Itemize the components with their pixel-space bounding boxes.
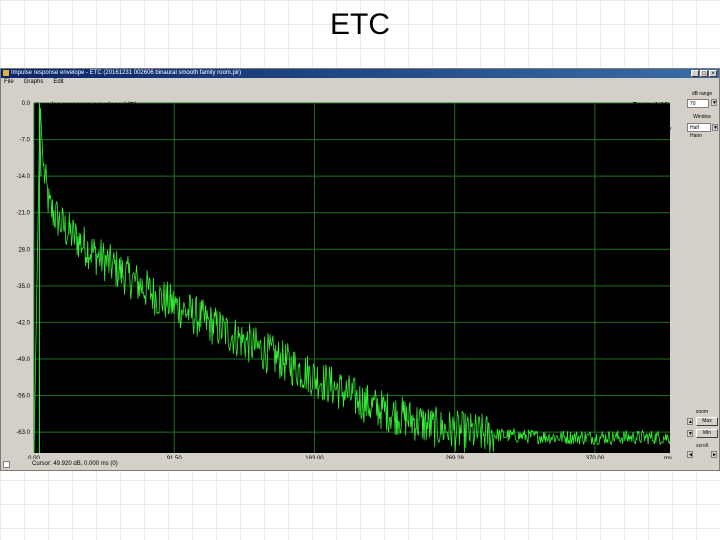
scroll-left-icon[interactable]: ◄ [687,451,693,458]
window-select[interactable]: Half Hann [687,123,711,139]
base-vertical-label: Base = max [665,127,671,154]
db-range-label: dB range [691,91,713,97]
close-button[interactable]: × [709,70,717,77]
y-tick-label: -49.0 [16,357,30,363]
window-dropdown-arrow[interactable]: ▼ [712,124,718,131]
window-controls: _ □ × [691,70,717,77]
x-tick-label: 370.00 [586,456,605,459]
zoom-up-icon[interactable]: ▲ [687,418,693,425]
y-tick-label: -14.0 [16,174,30,180]
y-tick-label: -35.0 [16,284,30,290]
slide-title: ETC [330,8,390,41]
x-tick-label: 91.50 [167,456,183,459]
window-label: Window [693,114,711,120]
y-tick-label: 28.0 [18,247,30,253]
scroll-right-icon[interactable]: ► [711,451,717,458]
x-axis-unit-label: ms [664,456,672,459]
y-tick-label: -63.0 [16,430,30,436]
y-tick-label: -42.0 [16,320,30,326]
minimize-button[interactable]: _ [691,70,699,77]
zoom-max-button[interactable]: Max [696,417,718,426]
plot-background [34,103,670,453]
scroll-label: scroll [696,443,708,449]
etc-chart[interactable]: 0.0 -7.0 -14.0 -21.0 28.0 -35.0 -42.0 -49.0 -56.… [1,69,683,459]
zoom-label: zoom [695,409,709,415]
options-checkbox[interactable] [3,461,10,468]
x-tick-label: 269.28 [445,456,464,459]
y-tick-label: 0.0 [22,101,31,107]
db-range-dropdown-arrow[interactable]: ▼ [711,99,717,106]
maximize-button[interactable]: □ [700,70,708,77]
side-panel: dB range 70 ▼ Window Half Hann ▼ Base = … [665,87,720,470]
x-tick-label: 0.00 [28,456,40,459]
chart-title: Impulse response envelope (dB) [36,102,137,109]
zoom-down-icon[interactable]: ▼ [687,430,693,437]
zoom-min-button[interactable]: Min [696,429,718,438]
y-tick-label: -56.0 [16,394,30,400]
db-range-select[interactable]: 70 [687,99,709,108]
x-tick-label: 183.00 [305,456,324,459]
zoom-readout: Zoom: 1.16 [633,102,669,109]
cursor-readout: Cursor: 49.920 dB, 0.000 ms (0) [32,461,118,467]
y-tick-label: -21.0 [16,211,30,217]
app-window: Impulse response envelope - ETC (2016123… [0,68,720,471]
y-tick-label: -7.0 [20,138,31,144]
